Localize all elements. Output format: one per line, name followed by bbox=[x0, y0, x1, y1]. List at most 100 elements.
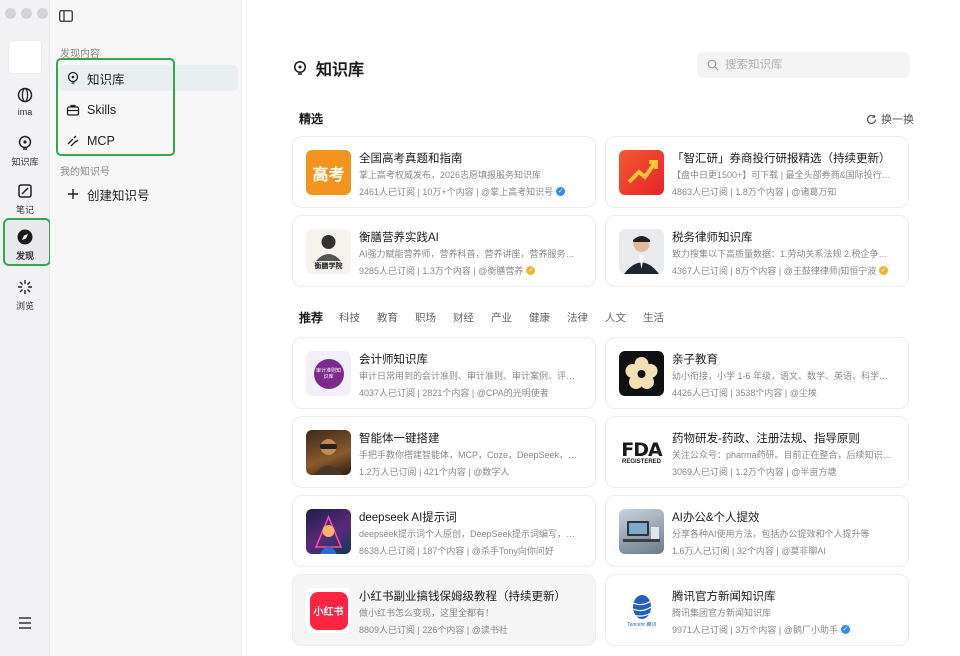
card-author: @王鼓律律师|知恒宁波 bbox=[783, 266, 877, 276]
card-count: 1.8万个内容 bbox=[735, 187, 784, 197]
gold-badge-icon: ✓ bbox=[879, 266, 889, 275]
featured-title: 精选 bbox=[299, 112, 324, 126]
rail-label: 知识库 bbox=[11, 157, 39, 167]
rail-item-browse[interactable]: 浏览 bbox=[0, 278, 50, 312]
create-label: 创建知识号 bbox=[87, 188, 150, 203]
card-meta: 1.2万人已订阅 | 421个内容 | @数字人 bbox=[359, 466, 510, 478]
zoom-window-button[interactable] bbox=[37, 8, 48, 19]
search-box[interactable] bbox=[697, 52, 910, 78]
close-window-button[interactable] bbox=[5, 8, 16, 19]
card-subscribers: 2461人已订阅 bbox=[359, 187, 416, 197]
card-author: @CPA的光明使者 bbox=[476, 388, 549, 398]
tab-law[interactable]: 法律 bbox=[567, 310, 588, 325]
search-input[interactable] bbox=[725, 59, 895, 71]
card-subscribers: 4863人已订阅 bbox=[672, 187, 729, 197]
card-subscribers: 8809人已订阅 bbox=[359, 625, 416, 635]
chart-arrow-thumbnail bbox=[619, 150, 664, 195]
tencent-thumbnail: Tencent 腾讯 bbox=[619, 588, 664, 633]
tab-industry[interactable]: 产业 bbox=[491, 310, 512, 325]
refresh-button[interactable]: 换一换 bbox=[866, 111, 914, 127]
recommended-card[interactable]: FDA REGISTERED 药物研发-药政、注册法规、指导原则 关注公众号：p… bbox=[605, 416, 909, 488]
accounting-thumbnail: 审计准则知识库 bbox=[306, 351, 351, 396]
recommended-card[interactable]: 小红书 小红书副业搞钱保姆级教程（持续更新） 做小红书怎么变现，这里全都有！ 8… bbox=[292, 574, 596, 646]
gaokao-thumbnail: 高考 bbox=[306, 150, 351, 195]
note-edit-icon bbox=[18, 184, 32, 198]
card-title: 腾讯官方新闻知识库 bbox=[672, 591, 776, 603]
card-description: 腾讯集团官方新闻知识库 bbox=[672, 608, 772, 618]
person-photo-icon bbox=[624, 236, 659, 274]
recommended-card[interactable]: Tencent 腾讯 腾讯官方新闻知识库 腾讯集团官方新闻知识库 9971人已订… bbox=[605, 574, 909, 646]
card-count: 10万+个内容 bbox=[422, 187, 474, 197]
tab-humanities[interactable]: 人文 bbox=[605, 310, 626, 325]
gaokao-logo-text: 高考 bbox=[312, 164, 345, 184]
rail-item-ima[interactable]: ima bbox=[0, 86, 50, 117]
card-subscribers: 4367人已订阅 bbox=[672, 266, 729, 276]
card-subscribers: 1.2万人已订阅 bbox=[359, 467, 417, 477]
card-author: @衡膳营养 bbox=[478, 266, 524, 276]
card-meta: 8809人已订阅 | 226个内容 | @读书社 bbox=[359, 624, 508, 636]
tab-tech[interactable]: 科技 bbox=[339, 310, 360, 325]
card-meta: 4426人已订阅 | 3538个内容 | @尘埃 bbox=[672, 387, 817, 399]
sidebar-item-mcp[interactable]: MCP bbox=[58, 128, 238, 154]
tab-career[interactable]: 职场 bbox=[415, 310, 436, 325]
featured-card[interactable]: 衡膳学院 衡膳营养实践AI AI强力赋能营养师，营养科普，营养讲座，营养服务、.… bbox=[292, 215, 596, 287]
recommended-card[interactable]: 审计准则知识库 会计师知识库 审计日常用到的会计准则、审计准则、审计案例、评估.… bbox=[292, 337, 596, 409]
card-subscribers: 1.6万人已订阅 bbox=[672, 546, 730, 556]
neon-figure-icon bbox=[314, 515, 343, 554]
card-title: 全国高考真题和指南 bbox=[359, 153, 463, 165]
refresh-icon bbox=[866, 114, 877, 124]
rail-item-notes[interactable]: 笔记 bbox=[0, 182, 50, 216]
recommended-card[interactable]: AI办公&个人提效 分享各种AI使用方法，包括办公提效和个人提升等 1.6万人已… bbox=[605, 495, 909, 567]
create-knowledge-account-button[interactable]: 创建知识号 bbox=[58, 181, 238, 207]
card-title: 药物研发-药政、注册法规、指导原则 bbox=[672, 433, 860, 445]
my-section-title: 我的知识号 bbox=[60, 167, 110, 178]
user-avatar[interactable] bbox=[8, 40, 42, 74]
rising-arrow-icon bbox=[627, 160, 658, 184]
tab-health[interactable]: 健康 bbox=[529, 310, 550, 325]
portrait-illustration-icon bbox=[316, 235, 341, 261]
office-thumbnail bbox=[619, 509, 664, 554]
xiaohongshu-logo-icon: 小红书 bbox=[309, 591, 348, 630]
tab-finance[interactable]: 财经 bbox=[453, 310, 474, 325]
tab-life[interactable]: 生活 bbox=[643, 310, 664, 325]
sidebar-item-knowledge[interactable]: 知识库 bbox=[58, 65, 238, 91]
page-title-text: 知识库 bbox=[316, 62, 365, 79]
gold-badge-icon: ✓ bbox=[526, 266, 536, 275]
hengshan-thumbnail: 衡膳学院 bbox=[306, 229, 351, 274]
sidebar-toggle-icon[interactable] bbox=[59, 10, 73, 22]
hamburger-menu-icon[interactable] bbox=[17, 615, 33, 631]
rail-label: 浏览 bbox=[15, 301, 34, 311]
app-window: ima 知识库 笔记 发现 浏览 发现内容 知识库 Skills MCP 我的知… bbox=[0, 0, 960, 656]
sidebar-item-label: 知识库 bbox=[87, 72, 125, 87]
card-title: deepseek AI提示词 bbox=[359, 512, 457, 524]
card-meta: 4037人已订阅 | 2821个内容 | @CPA的光明使者 bbox=[359, 387, 549, 399]
recommended-card[interactable]: 智能体一键搭建 手把手教你搭建智能体，MCP，Coze，DeepSeek，AI.… bbox=[292, 416, 596, 488]
card-author: @杀手Tony向你问好 bbox=[471, 546, 554, 556]
sparkle-icon bbox=[18, 280, 32, 294]
robot-portrait-icon bbox=[314, 439, 343, 475]
recommended-card[interactable]: deepseek AI提示词 deepseek提示词个人原创，DeepSeek提… bbox=[292, 495, 596, 567]
lightbulb-icon bbox=[18, 135, 32, 150]
rail-item-discover[interactable]: 发现 bbox=[0, 228, 50, 262]
card-subscribers: 8638人已订阅 bbox=[359, 546, 416, 556]
rail-item-knowledge[interactable]: 知识库 bbox=[0, 134, 50, 168]
tencent-logo-text: Tencent 腾讯 bbox=[627, 622, 656, 628]
tab-education[interactable]: 教育 bbox=[377, 310, 398, 325]
card-meta: 9285人已订阅 | 1.3万个内容 | @衡膳营养 ✓ bbox=[359, 265, 536, 276]
featured-card[interactable]: 税务律师知识库 致力搜集以下高质量数据：1.劳动关系法规 2.税企争议... 4… bbox=[605, 215, 909, 287]
card-title: 小红书副业搞钱保姆级教程（持续更新） bbox=[359, 591, 566, 603]
flower-icon bbox=[625, 357, 658, 389]
card-count: 1.3万个内容 bbox=[422, 266, 471, 276]
page-title: 知识库 bbox=[292, 56, 364, 80]
sidebar-item-skills[interactable]: Skills bbox=[58, 97, 238, 123]
card-description: 分享各种AI使用方法，包括办公提效和个人提升等 bbox=[672, 529, 870, 539]
minimize-window-button[interactable] bbox=[21, 8, 32, 19]
card-count: 32个内容 bbox=[736, 546, 774, 556]
featured-card[interactable]: 「智汇研」券商投行研报精选（持续更新） 【盘中日更1500+】可下载 | 最全头… bbox=[605, 136, 909, 208]
card-count: 3538个内容 bbox=[735, 388, 783, 398]
featured-card[interactable]: 高考 全国高考真题和指南 掌上高考权威发布，2026志愿填报服务知识库 2461… bbox=[292, 136, 596, 208]
tab-recommend[interactable]: 推荐 bbox=[299, 309, 323, 326]
recommended-card[interactable]: 亲子教育 幼小衔接，小学 1-6 年级，语文、数学、英语、科学等... 4426… bbox=[605, 337, 909, 409]
verified-badge-icon: ✓ bbox=[556, 187, 566, 196]
card-meta: 8638人已订阅 | 187个内容 | @杀手Tony向你问好 bbox=[359, 545, 554, 557]
